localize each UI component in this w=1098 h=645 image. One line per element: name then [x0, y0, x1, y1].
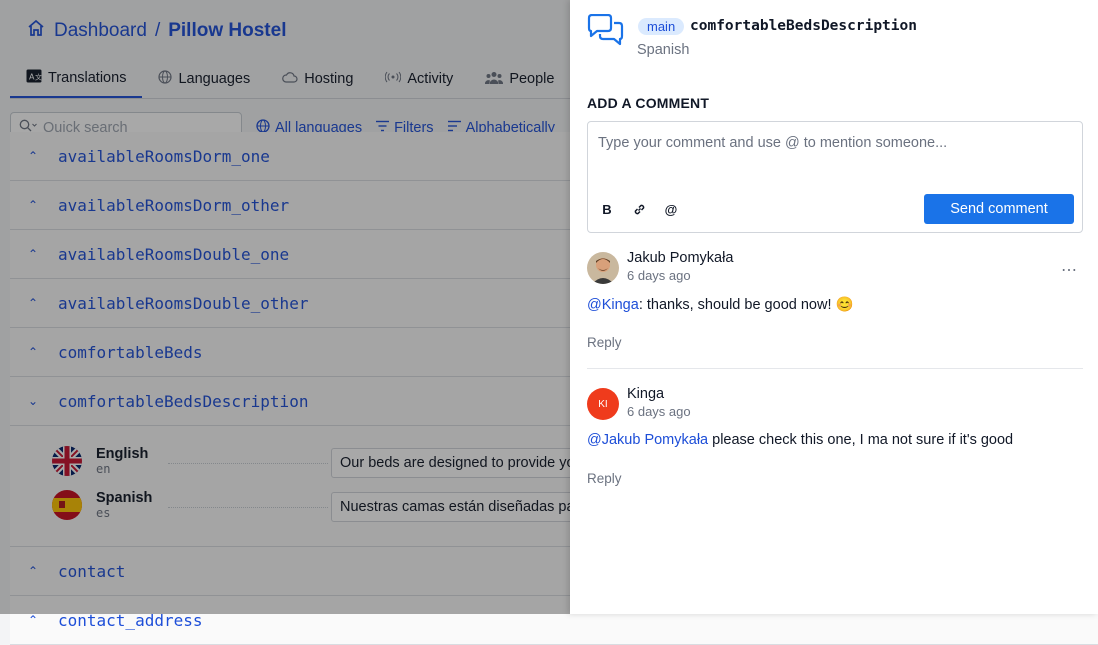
comment-divider	[587, 368, 1083, 369]
comment-text: @Kinga: thanks, should be good now! 😊	[587, 296, 854, 313]
add-comment-heading: ADD A COMMENT	[587, 95, 710, 111]
link-icon[interactable]	[630, 200, 648, 218]
mention-link[interactable]: @Kinga	[587, 297, 639, 313]
comments-panel: main comfortableBedsDescription Spanish …	[570, 0, 1098, 614]
comment-author: Kinga	[627, 386, 665, 402]
mention-button[interactable]: @	[662, 200, 680, 218]
panel-key-name: comfortableBedsDescription	[690, 18, 917, 34]
format-toolbar: B @	[598, 200, 680, 218]
chevron-up-icon[interactable]: ⌃	[28, 613, 40, 627]
more-options-icon[interactable]: ⋯	[1061, 260, 1078, 280]
comment-text: @Jakub Pomykała please check this one, I…	[587, 432, 1013, 448]
branch-badge: main	[638, 18, 685, 35]
comment-editor[interactable]: Type your comment and use @ to mention s…	[587, 121, 1083, 233]
mention-link[interactable]: @Jakub Pomykała	[587, 432, 708, 448]
comment-time: 6 days ago	[627, 404, 691, 419]
panel-language: Spanish	[637, 42, 690, 58]
avatar	[587, 252, 619, 284]
comment-time: 6 days ago	[627, 268, 691, 283]
comment-placeholder: Type your comment and use @ to mention s…	[598, 135, 948, 151]
send-comment-button[interactable]: Send comment	[924, 194, 1074, 224]
avatar: KI	[587, 388, 619, 420]
comment-body: please check this one, I ma not sure if …	[708, 432, 1014, 448]
comment-body: : thanks, should be good now! 😊	[638, 297, 854, 313]
modal-backdrop[interactable]	[0, 0, 570, 614]
comment-author: Jakub Pomykała	[627, 250, 734, 266]
comments-icon	[586, 13, 626, 51]
bold-button[interactable]: B	[598, 200, 616, 218]
reply-button[interactable]: Reply	[587, 335, 622, 350]
reply-button[interactable]: Reply	[587, 471, 622, 486]
